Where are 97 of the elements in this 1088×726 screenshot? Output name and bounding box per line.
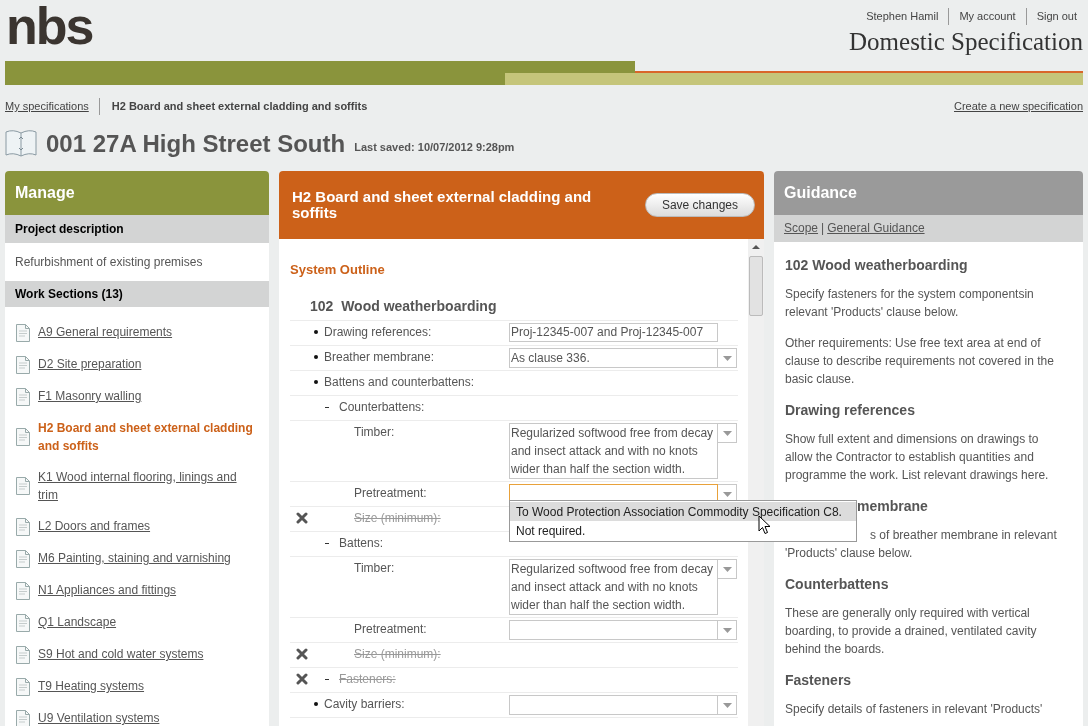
remove-icon[interactable] [296,512,308,524]
document-icon [16,387,30,406]
document-icon [16,477,30,495]
work-section-link[interactable]: F1 Masonry walling [38,387,142,405]
bullet-icon [314,380,318,384]
book-icon [5,127,37,158]
field-label: Timber: [354,560,395,577]
select-field[interactable] [509,620,718,640]
caret-icon [722,566,732,572]
breadcrumb-link[interactable]: My specifications [5,98,100,115]
link-separator: | [821,220,825,237]
document-icon [16,517,30,536]
clause-heading: 102 Wood weatherboarding [310,297,498,316]
last-saved: Last saved: 10/07/2012 9:28pm [354,140,515,155]
text-field[interactable]: Proj-12345-007 and Proj-12345-007 [509,323,718,342]
work-section-link[interactable]: U9 Ventilation systems [38,709,160,726]
select-field[interactable]: Regularized softwood free from decay and insect attack and with no knots wider than half the section width. [509,559,718,615]
field-label: Timber: [354,424,395,441]
document-icon [16,428,30,446]
field-label: Pretreatment: [354,485,427,502]
field-label: Counterbattens: [339,399,425,416]
guidance-paragraph: Specify details of fasteners in relevant 'Products' [785,700,1044,718]
work-section-link[interactable]: N1 Appliances and fittings [38,581,177,599]
caret-icon [722,491,732,497]
select-field[interactable] [509,695,718,715]
caret-icon [722,355,732,361]
bullet-icon [314,355,318,359]
bullet-icon [314,702,318,706]
work-section-link[interactable]: K1 Wood internal flooring, linings and trim [38,467,258,504]
document-icon [16,677,30,696]
select-field[interactable]: As clause 336. [509,348,718,368]
work-section-link[interactable]: S9 Hot and cold water systems [38,645,204,663]
dropdown-button[interactable] [718,423,737,443]
field-label: Size (minimum): [354,510,441,527]
dash-icon [325,407,329,408]
section-heading: Project description [5,214,269,243]
guidance-paragraph: Show full extent and dimensions on drawings to allow the Contractor to establish quantities and programme the work. List relevant drawings here. [785,430,1050,484]
document-icon [16,355,30,374]
user-name: Stephen Hamil [865,9,940,24]
create-link[interactable]: Create a new specification [954,98,1083,115]
dash-icon [325,679,329,680]
editor-title: H2 Board and sheet external cladding and soffits [292,188,593,221]
guidance-paragraph: These are generally only required with vertical boarding, to provide a drained, ventilated cavity behind the boards. [785,604,1038,658]
document-icon [16,549,30,568]
field-label: Battens and counterbattens: [324,374,475,391]
guidance-heading: Fasteners [785,670,853,689]
project-description: Refurbishment of existing premises [14,253,204,271]
dropdown-button[interactable] [718,695,737,715]
guidance-heading: 102 Wood weatherboarding [785,255,969,274]
dropdown-button[interactable] [718,559,737,579]
section-heading: Work Sections (13) [5,280,269,307]
field-label: Pretreatment: [354,621,427,638]
remove-icon[interactable] [296,648,308,660]
document-icon [16,581,30,600]
dropdown-button[interactable] [718,348,737,368]
work-section-link[interactable]: M6 Painting, staining and varnishing [38,549,231,567]
dropdown-option[interactable]: To Wood Protection Association Commodity Specification C8. [510,502,856,521]
select-field[interactable]: Regularized softwood free from decay and insect attack and with no knots wider than half the section width. [509,423,718,479]
logo[interactable]: nbs [0,0,93,52]
work-section-link[interactable]: Q1 Landscape [38,613,117,631]
guidance-heading: Counterbattens [785,574,890,593]
document-icon [16,645,30,664]
field-label: Fasteners: [339,671,396,688]
guidance-heading: membrane [857,496,929,515]
document-icon [16,323,30,342]
caret-icon [722,627,732,633]
field-label: Size (minimum): [354,646,441,663]
section-title: System Outline [290,260,386,279]
work-section-link[interactable]: A9 General requirements [38,323,173,341]
dash-icon [325,543,329,544]
field-label: Battens: [339,535,384,552]
work-section-link[interactable]: D2 Site preparation [38,355,142,373]
caret-icon [722,430,732,436]
save-button[interactable]: Save changes [644,192,755,217]
field-label: Cavity barriers: [324,696,405,713]
panel-header: Manage [5,170,269,215]
bullet-icon [314,330,318,334]
dropdown-button[interactable] [718,620,737,640]
document-icon [16,613,30,632]
account-link[interactable]: My account [948,8,1026,25]
work-section-link[interactable]: L2 Doors and frames [38,517,151,535]
guidance-link[interactable]: General Guidance [827,219,925,237]
app-title: Domestic Specification [849,26,1083,57]
guidance-paragraph: Other requirements: Use free text area at end of clause to describe requirements not covered in the basic clause. [785,334,1055,388]
guidance-heading: Drawing references [785,400,916,419]
panel-header: Guidance [774,170,1083,215]
guidance-link[interactable]: Scope [784,219,819,237]
project-title: 001 27A High Street South [46,129,346,158]
breadcrumb-current: H2 Board and sheet external cladding and soffits [110,99,368,114]
remove-icon[interactable] [296,673,308,685]
work-section-link[interactable]: T9 Heating systems [38,677,145,695]
field-label: Breather membrane: [324,349,435,366]
account-link[interactable]: Sign out [1025,8,1083,25]
field-label: Drawing references: [324,324,432,341]
caret-icon [722,702,732,708]
work-section-link[interactable]: H2 Board and sheet external cladding and soffits [38,418,258,455]
guidance-paragraph: Specify fasteners for the system componentsin relevant 'Products' clause below. [785,285,1035,321]
